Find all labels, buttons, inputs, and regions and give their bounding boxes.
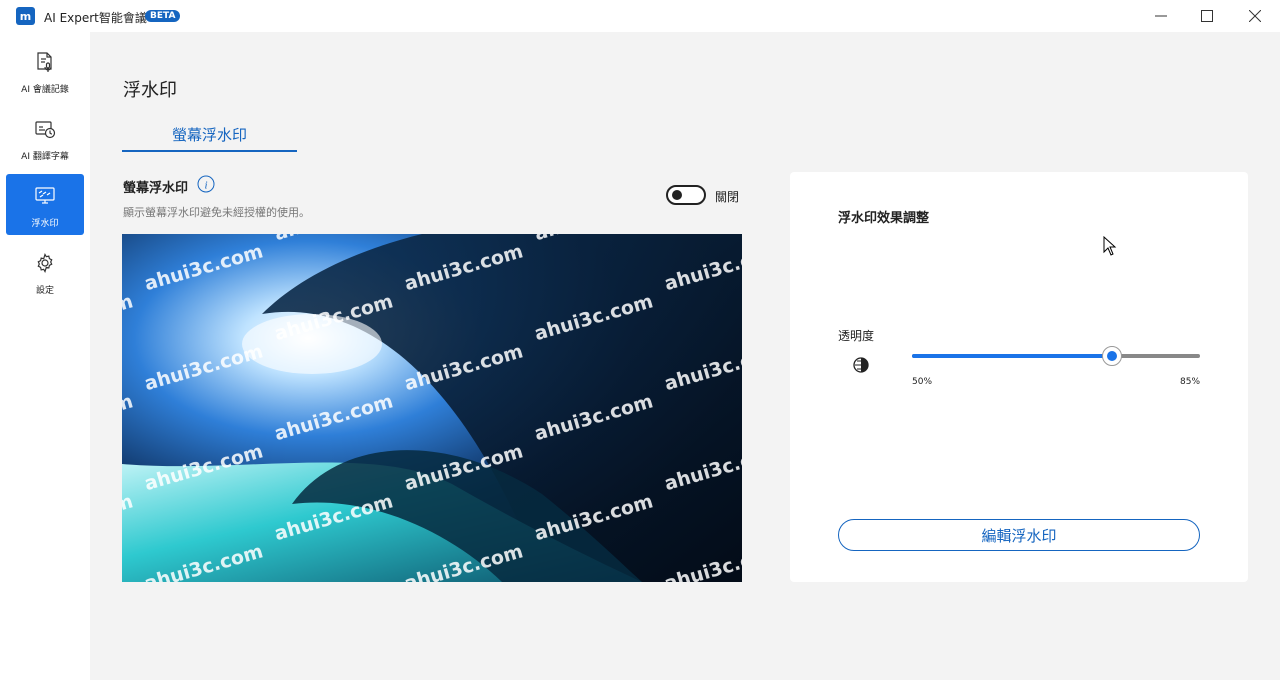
page-title: 浮水印 xyxy=(123,80,177,101)
app-title: AI Expert智能會議 xyxy=(44,11,147,25)
sidebar-item-label: 浮水印 xyxy=(31,219,59,229)
close-button[interactable] xyxy=(1232,0,1278,32)
panel-title: 浮水印效果調整 xyxy=(838,211,930,226)
mouse-cursor-icon xyxy=(1103,236,1117,256)
slider-max-label: 85% xyxy=(1180,377,1201,387)
toggle-knob xyxy=(672,190,682,200)
svg-text:i: i xyxy=(204,180,207,192)
title-bar: m AI Expert智能會議 BETA xyxy=(0,0,1280,32)
section-description: 顯示螢幕浮水印避免未經授權的使用。 xyxy=(123,206,310,219)
beta-badge: BETA xyxy=(145,10,181,22)
maximize-button[interactable] xyxy=(1184,0,1230,32)
sidebar-item-label: AI 翻譯字幕 xyxy=(21,152,69,162)
subtitle-clock-icon xyxy=(35,121,56,139)
close-icon xyxy=(1249,10,1261,22)
watermark-preview: ahui3c.com ahui3c.com ahui3c.com ahui3c.com… xyxy=(122,234,742,582)
slider-fill xyxy=(912,354,1113,358)
document-mic-icon xyxy=(37,52,52,72)
info-icon[interactable]: i xyxy=(197,175,215,193)
sidebar-item-settings[interactable]: 設定 xyxy=(6,241,84,302)
sidebar: AI 會議記錄 AI 翻譯字幕 浮水印 設定 xyxy=(0,32,90,680)
slider-thumb[interactable] xyxy=(1102,346,1123,366)
slider-min-label: 50% xyxy=(912,377,933,387)
edit-watermark-button[interactable]: 編輯浮水印 xyxy=(838,519,1200,551)
sidebar-item-label: AI 會議記錄 xyxy=(21,85,69,95)
app-logo-icon: m xyxy=(16,7,35,25)
sidebar-item-meeting-notes[interactable]: AI 會議記錄 xyxy=(6,40,84,101)
minimize-icon xyxy=(1155,15,1167,17)
sidebar-item-translate-subtitles[interactable]: AI 翻譯字幕 xyxy=(6,107,84,168)
section-label: 螢幕浮水印 xyxy=(123,181,189,196)
gear-icon xyxy=(37,253,53,273)
watermark-settings-panel: 浮水印效果調整 透明度 50% 85% 編輯浮水印 xyxy=(790,172,1248,582)
tab-screen-watermark[interactable]: 螢幕浮水印 xyxy=(122,124,297,152)
opacity-label: 透明度 xyxy=(838,329,875,343)
opacity-slider[interactable] xyxy=(912,346,1200,366)
maximize-icon xyxy=(1201,10,1213,22)
watermark-monitor-icon xyxy=(35,187,55,204)
toggle-label: 關閉 xyxy=(715,190,740,204)
minimize-button[interactable] xyxy=(1138,0,1184,32)
watermark-toggle[interactable] xyxy=(666,185,706,205)
main-content: 浮水印 螢幕浮水印 螢幕浮水印 i 顯示螢幕浮水印避免未經授權的使用。 關閉 a… xyxy=(90,32,1280,680)
sidebar-item-label: 設定 xyxy=(35,286,54,296)
opacity-icon xyxy=(853,357,869,373)
sidebar-item-watermark[interactable]: 浮水印 xyxy=(6,174,84,235)
